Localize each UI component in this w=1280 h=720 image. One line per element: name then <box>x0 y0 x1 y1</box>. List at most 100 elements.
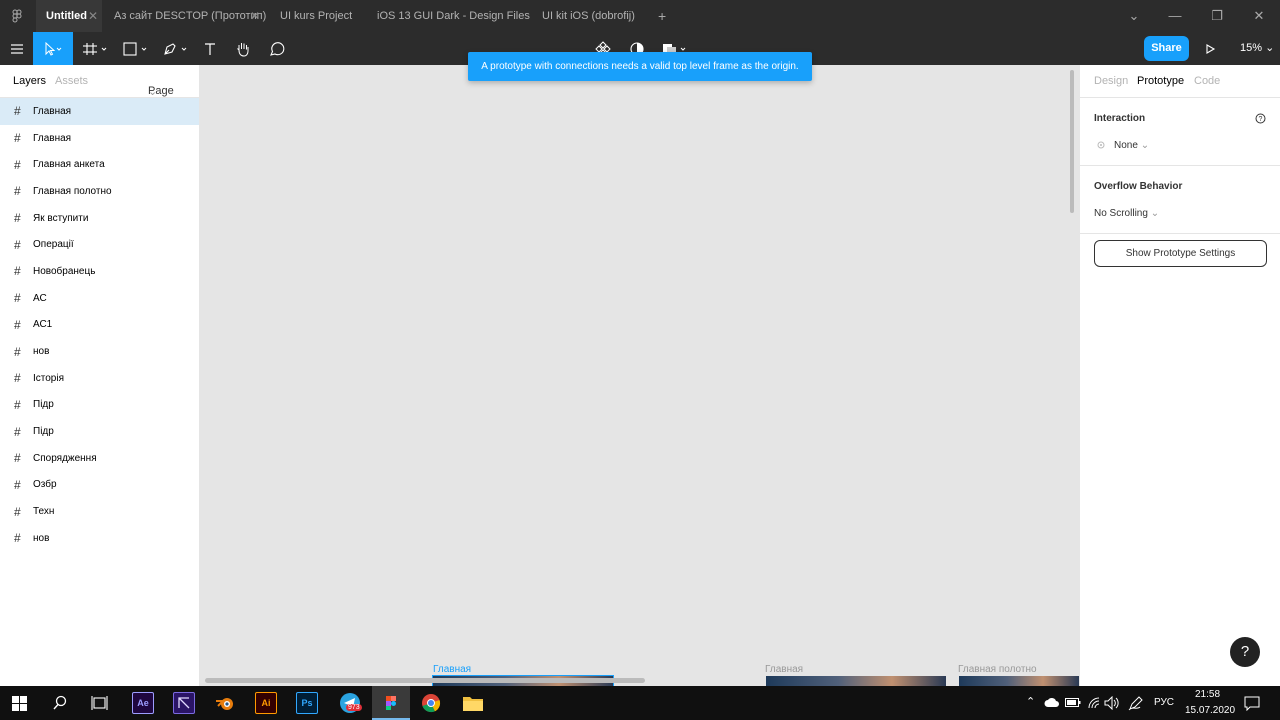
frame-icon: # <box>14 131 21 146</box>
layer-row[interactable]: # Операції <box>0 231 199 258</box>
restore-button[interactable]: ❐ <box>1197 0 1237 32</box>
shape-tool-button[interactable] <box>120 32 152 65</box>
minimize-button[interactable]: — <box>1155 0 1195 32</box>
chevron-down-icon: ⌄ <box>1150 208 1160 219</box>
tab-layers[interactable]: Layers <box>13 75 46 87</box>
layer-label: Озбр <box>33 479 57 491</box>
figma-taskbar-button[interactable] <box>372 686 410 720</box>
frame-label[interactable]: Главная полотно <box>958 664 1037 675</box>
layer-row[interactable]: # АС1 <box>0 312 199 339</box>
tab-code[interactable]: Code <box>1194 75 1220 87</box>
telegram-icon[interactable]: 973 <box>340 693 362 713</box>
layer-row[interactable]: # Техн <box>0 498 199 525</box>
file-explorer-icon[interactable] <box>462 694 484 712</box>
layer-row[interactable]: # Главная <box>0 125 199 152</box>
chevron-up-icon[interactable]: ⌃ <box>1026 695 1035 708</box>
chrome-icon[interactable] <box>421 693 441 713</box>
blender-icon[interactable] <box>214 692 236 714</box>
windows-start-icon[interactable] <box>12 696 27 711</box>
frame-icon: # <box>14 451 21 466</box>
close-icon[interactable]: ✕ <box>250 0 260 32</box>
premiere-rush-icon[interactable] <box>173 692 195 714</box>
close-icon[interactable]: ✕ <box>88 0 98 32</box>
layer-row[interactable]: # Главная <box>0 98 199 125</box>
text-tool-button[interactable] <box>200 32 220 65</box>
layer-row[interactable]: # Підр <box>0 392 199 419</box>
tab-ui-kurs-project[interactable]: UI kurs Project <box>270 0 366 32</box>
layer-row[interactable]: # Як вступити <box>0 205 199 232</box>
tab-assets[interactable]: Assets <box>55 75 88 87</box>
language-indicator[interactable]: РУС <box>1154 697 1174 708</box>
pen-input-icon[interactable] <box>1128 695 1144 711</box>
present-play-icon[interactable] <box>1199 32 1221 65</box>
layer-row[interactable]: # Спорядження <box>0 445 199 472</box>
photoshop-icon[interactable]: Ps <box>296 692 318 714</box>
plus-icon: + <box>658 8 667 24</box>
layer-label: Як вступити <box>33 212 89 224</box>
layer-list: # Главная # Главная # Главная анкета # Главная … <box>0 98 199 552</box>
overflow-dropdown[interactable]: No Scrolling ⌄ <box>1094 208 1159 219</box>
text-icon <box>205 42 215 55</box>
layer-row[interactable]: # нов <box>0 338 199 365</box>
tab-label: UI kurs Project <box>280 10 353 22</box>
frame-icon: # <box>14 344 21 359</box>
horizontal-scrollbar[interactable] <box>205 678 645 683</box>
frame-label[interactable]: Главная <box>765 664 803 675</box>
new-tab-button[interactable]: + <box>648 0 666 32</box>
tab-ui-kit-ios[interactable]: UI kit iOS (dobrofij) <box>532 0 652 32</box>
layer-label: Главная <box>33 105 72 117</box>
share-button[interactable]: Share <box>1144 36 1189 61</box>
hand-tool-button[interactable] <box>232 32 254 65</box>
frame-icon: # <box>14 371 21 386</box>
show-prototype-settings-button[interactable]: Show Prototype Settings <box>1094 240 1267 267</box>
interaction-value: None <box>1114 140 1138 151</box>
layer-row[interactable]: # АС <box>0 285 199 312</box>
frame-icon: # <box>14 237 21 252</box>
search-icon[interactable] <box>52 695 68 711</box>
layer-row[interactable]: # Главная анкета <box>0 151 199 178</box>
layer-row[interactable]: # Озбр <box>0 472 199 499</box>
layer-row[interactable]: # нов <box>0 525 199 552</box>
frame-thumbnail[interactable] <box>959 676 1079 686</box>
comment-tool-button[interactable] <box>266 32 288 65</box>
move-tool-button[interactable] <box>33 32 73 65</box>
layer-row[interactable]: # Новобранець <box>0 258 199 285</box>
vertical-scrollbar[interactable] <box>1070 70 1074 213</box>
tab-prototype[interactable]: Prototype <box>1137 75 1184 87</box>
frame-icon: # <box>14 424 21 439</box>
interaction-dropdown[interactable]: None ⌄ <box>1114 140 1149 151</box>
figma-logo-icon[interactable] <box>10 9 24 23</box>
frame-label[interactable]: Главная <box>433 664 471 675</box>
tab-untitled[interactable]: Untitled ✕ <box>36 0 102 32</box>
cloud-icon[interactable] <box>1044 697 1060 708</box>
wifi-icon[interactable] <box>1087 696 1101 710</box>
pen-icon <box>164 42 187 55</box>
illustrator-icon[interactable]: Ai <box>255 692 277 714</box>
pen-tool-button[interactable] <box>160 32 192 65</box>
canvas[interactable]: Главная Главная Главная полотно <box>201 65 1079 686</box>
frame-thumbnail[interactable] <box>766 676 946 686</box>
help-circle-icon[interactable]: ? <box>1255 113 1266 124</box>
help-button[interactable]: ? <box>1230 637 1260 667</box>
layer-row[interactable]: # Підр <box>0 418 199 445</box>
frame-tool-button[interactable] <box>80 32 112 65</box>
clock-date[interactable]: 15.07.2020 <box>1185 705 1235 716</box>
clock-time[interactable]: 21:58 <box>1195 689 1220 700</box>
notification-center-icon[interactable] <box>1244 696 1260 711</box>
chevron-down-icon[interactable]: ⌄ <box>1114 0 1154 32</box>
tab-ios13-gui-dark[interactable]: iOS 13 GUI Dark - Design Files <box>367 0 530 32</box>
close-window-button[interactable]: ✕ <box>1239 0 1279 32</box>
tab-design[interactable]: Design <box>1094 75 1128 87</box>
task-view-icon[interactable] <box>91 695 108 711</box>
tab-desktop-prototype[interactable]: Аз сайт DESCTOP (Прототип) ✕ <box>104 0 266 32</box>
layer-row[interactable]: # Історія <box>0 365 199 392</box>
menu-icon[interactable] <box>6 32 28 65</box>
after-effects-icon[interactable]: Ae <box>132 692 154 714</box>
volume-icon[interactable] <box>1104 696 1120 710</box>
chevron-down-icon: ⌄ <box>1140 140 1150 151</box>
zoom-dropdown[interactable]: 15% ⌄ <box>1240 32 1274 65</box>
layers-panel-header: Layers Assets Page 1 ⌄ <box>0 65 199 109</box>
battery-icon[interactable] <box>1065 698 1081 707</box>
svg-text:?: ? <box>1259 116 1263 123</box>
layer-row[interactable]: # Главная полотно <box>0 178 199 205</box>
